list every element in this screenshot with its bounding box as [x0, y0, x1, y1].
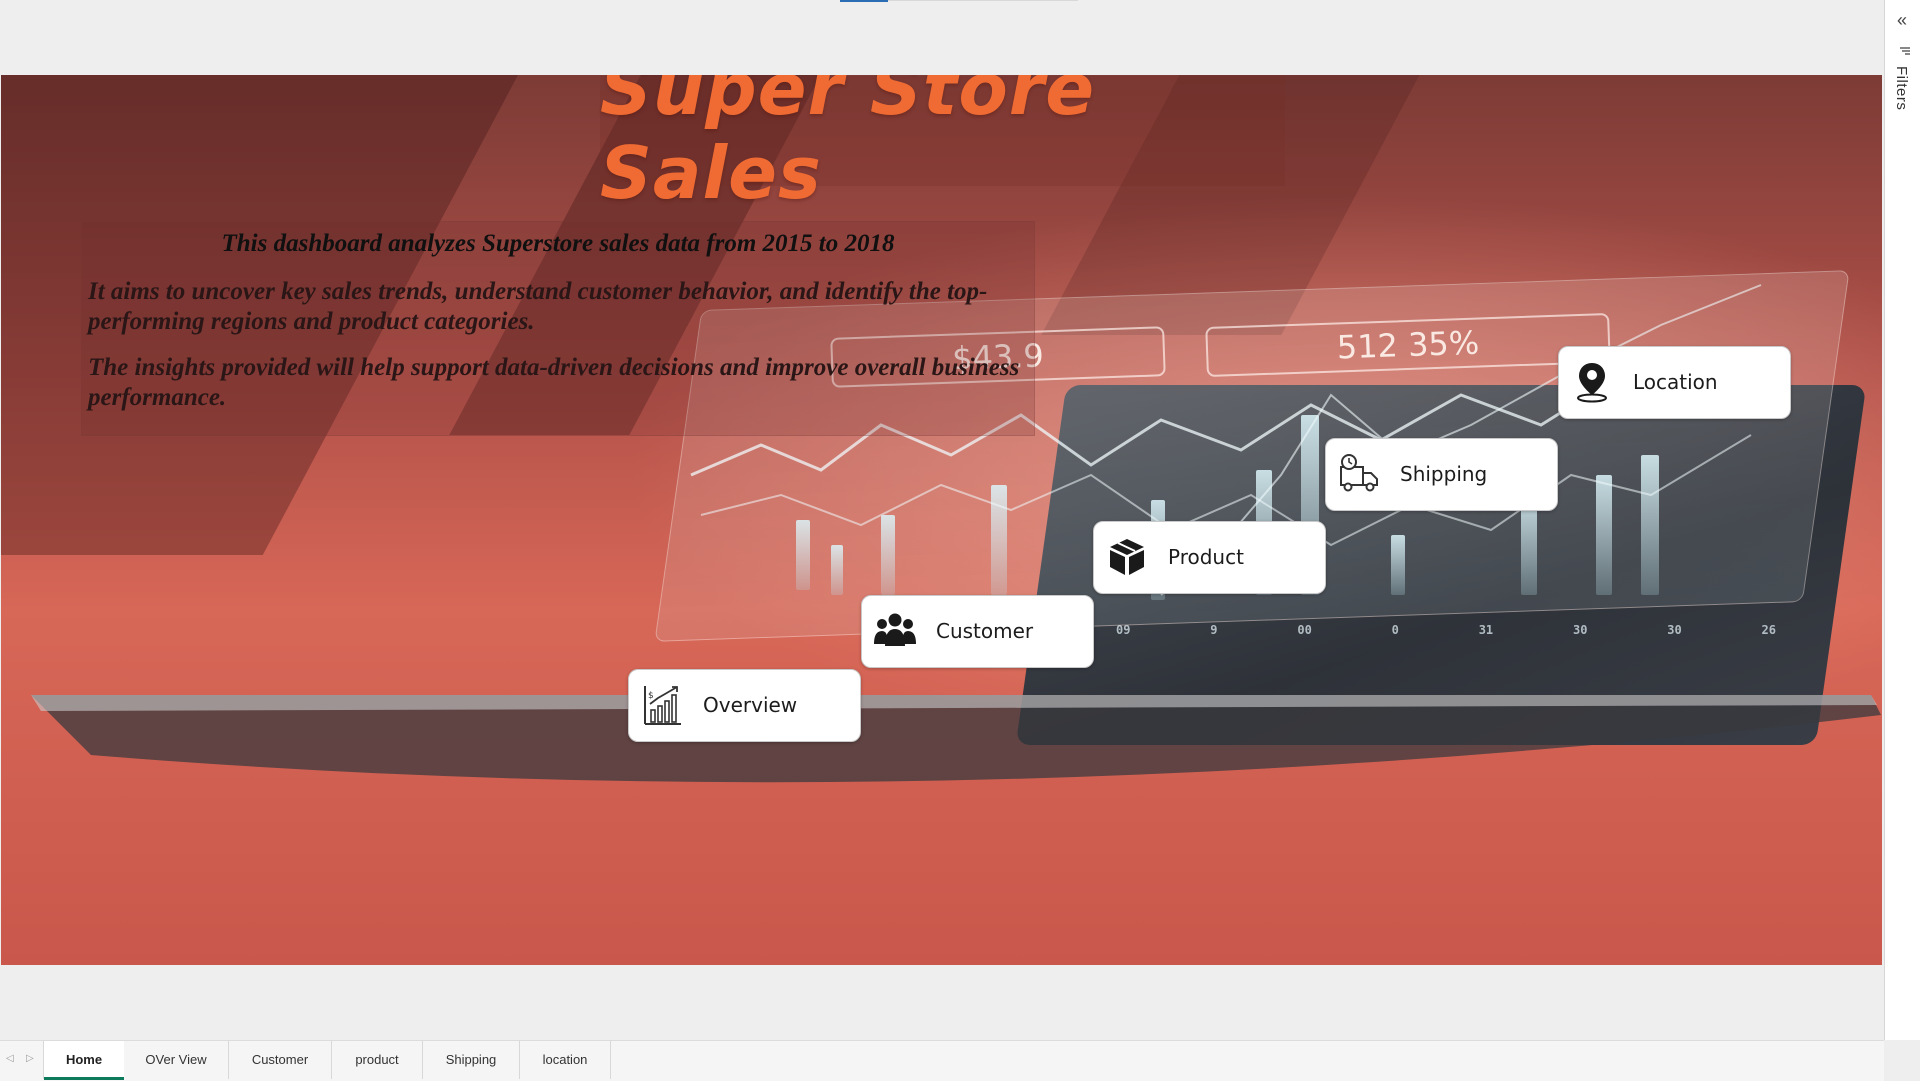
tab-location[interactable]: location — [520, 1041, 611, 1079]
description-heading: This dashboard analyzes Superstore sales… — [221, 230, 895, 257]
description-box: This dashboard analyzes Superstore sales… — [81, 221, 1035, 436]
nav-button-shipping[interactable]: Shipping — [1325, 438, 1558, 511]
background-holo-tick: 00 — [1297, 623, 1312, 637]
background-holo-tick: 30 — [1667, 623, 1682, 637]
background-holo-tick: 30 — [1572, 623, 1588, 637]
nav-button-label: Overview — [703, 693, 798, 717]
page-tab-bar: ◁ ▷ Home OVer View Customer product Ship… — [0, 1040, 1884, 1081]
bar-chart-growth-icon: $ — [644, 686, 681, 725]
filters-label[interactable]: Filters — [1893, 66, 1910, 110]
filters-panel[interactable]: « Filters — [1884, 0, 1920, 1040]
nav-button-label: Location — [1633, 370, 1718, 394]
package-box-icon — [1110, 539, 1144, 575]
nav-button-product[interactable]: Product — [1093, 521, 1326, 594]
nav-button-customer[interactable]: Customer — [861, 595, 1094, 668]
delivery-truck-clock-icon — [1340, 454, 1378, 492]
filter-icon — [1900, 47, 1910, 55]
svg-text:$: $ — [648, 691, 654, 701]
tab-home[interactable]: Home — [43, 1041, 125, 1080]
tab-scroll-right-icon[interactable]: ▷ — [26, 1053, 34, 1064]
nav-button-overview[interactable]: $ Overview — [628, 669, 861, 742]
dashboard-title: Super Store Sales — [600, 75, 1096, 215]
background-holo-tick: 31 — [1478, 623, 1494, 637]
nav-button-location[interactable]: Location — [1558, 346, 1791, 419]
description-paragraph: It aims to uncover key sales trends, und… — [88, 278, 988, 335]
tab-shipping[interactable]: Shipping — [423, 1041, 520, 1079]
nav-button-label: Customer — [936, 619, 1034, 643]
background-holo-tick: 26 — [1761, 623, 1776, 637]
top-divider — [888, 0, 1078, 1]
tab-customer[interactable]: Customer — [229, 1041, 332, 1079]
tab-scroll-left-icon[interactable]: ◁ — [6, 1053, 14, 1064]
nav-button-label: Product — [1168, 545, 1244, 569]
background-holo-tick: 0 — [1391, 623, 1399, 637]
users-group-icon — [874, 613, 916, 646]
title-banner: Super Store Sales — [600, 75, 1285, 215]
tab-product[interactable]: product — [332, 1041, 423, 1079]
description-paragraph: The insights provided will help support … — [88, 354, 1020, 411]
background-holo-axis: 09 9 00 0 31 30 30 26 — [1116, 623, 1776, 637]
background-holo-tick: 09 — [1116, 623, 1131, 637]
double-chevron-left-icon[interactable]: « — [1897, 10, 1907, 31]
background-holo-tick: 9 — [1210, 623, 1218, 637]
map-pin-icon — [1577, 363, 1607, 403]
page-loading-indicator — [840, 0, 888, 2]
tab-overview[interactable]: OVer View — [124, 1041, 229, 1079]
nav-button-label: Shipping — [1400, 462, 1488, 486]
report-canvas: $43.9 512 35% 09 9 00 0 31 30 30 26 Supe… — [1, 75, 1882, 965]
